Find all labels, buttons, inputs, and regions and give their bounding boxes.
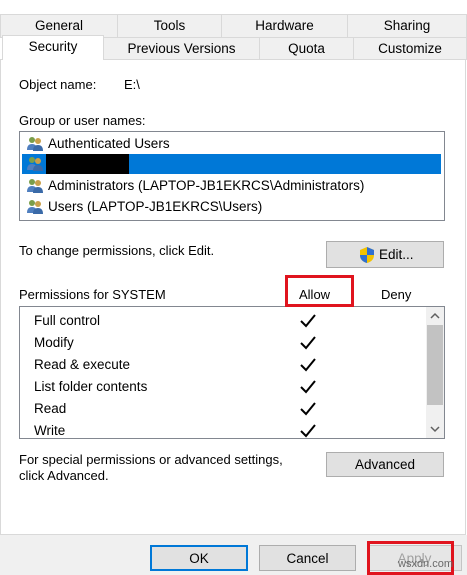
list-item[interactable]: Users (LAPTOP-JB1EKRCS\Users) (22, 197, 441, 217)
users-icon (27, 157, 43, 171)
change-permissions-text: To change permissions, click Edit. (19, 243, 215, 258)
user-name: Users (LAPTOP-JB1EKRCS\Users) (48, 199, 263, 214)
properties-dialog: General Tools Hardware Sharing Security … (0, 0, 467, 575)
object-name-value: E:\ (124, 77, 140, 92)
permission-name: Read (34, 401, 67, 416)
tab-tools[interactable]: Tools (117, 14, 222, 38)
scroll-down-icon[interactable] (426, 421, 444, 438)
allow-column-header: Allow (299, 287, 331, 302)
permission-name: Full control (34, 313, 101, 328)
group-names-label: Group or user names: (19, 113, 146, 128)
redacted-username (46, 154, 129, 174)
permission-row: List folder contents (20, 376, 422, 398)
user-name: Administrators (LAPTOP-JB1EKRCS\Administ… (48, 178, 365, 193)
scroll-up-icon[interactable] (426, 307, 444, 324)
advanced-text-line2: click Advanced. (19, 468, 109, 483)
cancel-button[interactable]: Cancel (259, 545, 356, 571)
users-icon (27, 137, 43, 151)
tab-security[interactable]: Security (2, 35, 104, 60)
check-icon (300, 336, 316, 350)
list-item[interactable]: Authenticated Users (22, 134, 441, 154)
permission-name: Modify (34, 335, 74, 350)
tab-hardware[interactable]: Hardware (221, 14, 348, 38)
check-icon (300, 402, 316, 416)
group-user-list[interactable]: Authenticated Users Administrators (LAPT… (19, 131, 445, 221)
permissions-scrollbar[interactable] (426, 307, 444, 438)
users-icon (27, 179, 43, 193)
permission-row: Read & execute (20, 354, 422, 376)
tab-sharing[interactable]: Sharing (347, 14, 467, 38)
permissions-header: Permissions for SYSTEM (19, 287, 166, 302)
check-icon (300, 358, 316, 372)
list-item-selected[interactable] (22, 154, 441, 174)
list-item[interactable]: Administrators (LAPTOP-JB1EKRCS\Administ… (22, 176, 441, 196)
watermark-text: wsxdn.com (398, 558, 454, 570)
tab-previous-versions[interactable]: Previous Versions (103, 37, 260, 60)
permission-row: Modify (20, 332, 422, 354)
users-icon (27, 200, 43, 214)
advanced-text-line1: For special permissions or advanced sett… (19, 452, 283, 467)
permission-row: Write (20, 420, 422, 442)
permission-name: Read & execute (34, 357, 131, 372)
check-icon (300, 424, 316, 438)
scroll-thumb[interactable] (427, 325, 443, 405)
advanced-button[interactable]: Advanced (326, 452, 444, 477)
permissions-list[interactable]: Full control Modify Read & execute List … (19, 306, 445, 439)
permission-name: List folder contents (34, 379, 148, 394)
object-name-label: Object name: (19, 77, 97, 92)
check-icon (300, 314, 316, 328)
shield-icon (360, 247, 374, 263)
tab-customize[interactable]: Customize (353, 37, 467, 60)
ok-button[interactable]: OK (150, 545, 248, 571)
check-icon (300, 380, 316, 394)
user-name: Authenticated Users (48, 136, 170, 151)
permission-row: Full control (20, 310, 422, 332)
permission-name: Write (34, 423, 66, 438)
deny-column-header: Deny (381, 287, 412, 302)
tab-quota[interactable]: Quota (259, 37, 354, 60)
permission-row: Read (20, 398, 422, 420)
edit-button-label: Edit... (379, 247, 414, 262)
edit-button[interactable]: Edit... (326, 241, 444, 268)
